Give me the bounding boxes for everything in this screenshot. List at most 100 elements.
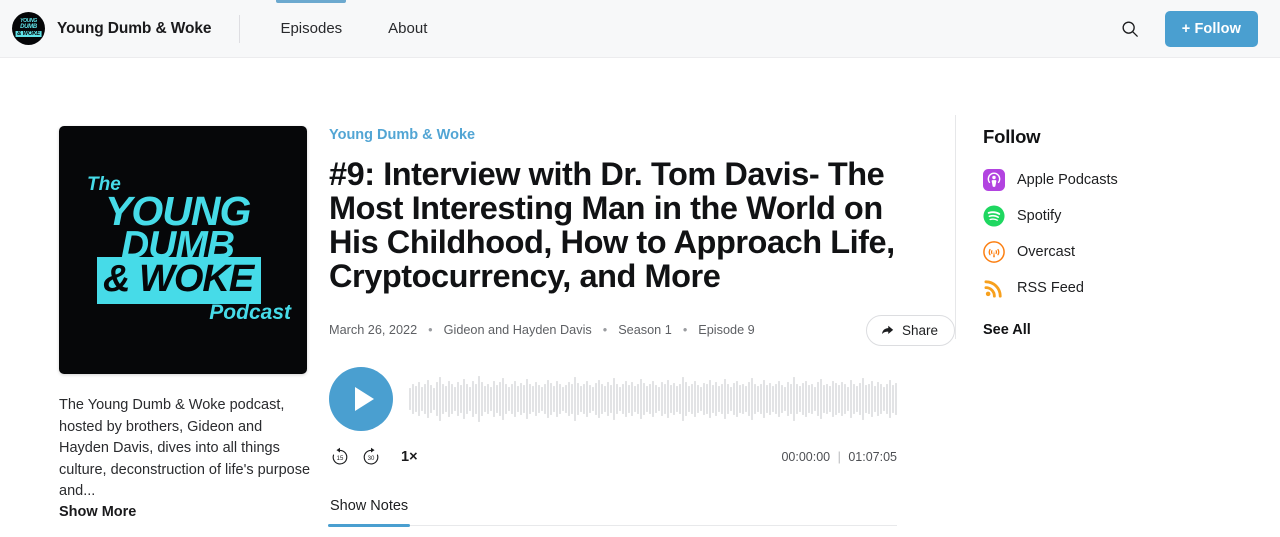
header-divider	[239, 14, 241, 43]
waveform-bar	[691, 384, 693, 414]
episode-date: March 26, 2022	[329, 323, 418, 337]
follow-item-overcast[interactable]: Overcast	[983, 234, 1280, 270]
skip-forward-30-button[interactable]: 30	[360, 446, 382, 468]
rss-icon	[984, 280, 1002, 298]
waveform-bar	[445, 386, 447, 412]
waveform-bar	[703, 383, 705, 415]
episode-main: Young Dumb & Woke #9: Interview with Dr.…	[315, 126, 955, 537]
waveform-bar	[559, 384, 561, 414]
skip-back-15-button[interactable]: 15	[329, 446, 351, 468]
waveform-bar	[661, 382, 663, 416]
follow-item-apple-podcasts[interactable]: Apple Podcasts	[983, 162, 1280, 198]
waveform-bar	[457, 382, 459, 416]
waveform-bar	[877, 382, 879, 416]
waveform-bar	[775, 384, 777, 414]
share-button[interactable]: Share	[865, 314, 955, 346]
waveform-bar	[727, 384, 729, 414]
waveform-bar	[883, 387, 885, 411]
overcast-icon	[983, 241, 1005, 263]
show-more-button[interactable]: Show More	[59, 504, 315, 520]
search-button[interactable]	[1117, 16, 1143, 42]
player-transport	[329, 367, 897, 431]
tab-show-notes[interactable]: Show Notes	[327, 498, 411, 527]
waveform-bar	[493, 381, 495, 417]
primary-nav: Episodes About	[266, 0, 441, 57]
waveform-bar	[841, 382, 843, 416]
waveform-bar	[784, 387, 786, 411]
follow-item-label: Overcast	[1017, 244, 1076, 260]
waveform-bar	[814, 387, 816, 411]
waveform-bar	[751, 378, 753, 420]
waveform-bar	[466, 384, 468, 414]
waveform-bar	[853, 384, 855, 414]
waveform-bar	[799, 386, 801, 412]
waveform-bar	[778, 381, 780, 417]
player-controls: 15 30 1× 00:00:00 | 01:07:05	[329, 446, 897, 468]
nav-tab-episodes[interactable]: Episodes	[266, 0, 356, 57]
waveform-bar	[442, 384, 444, 414]
waveform-bar	[859, 383, 861, 415]
waveform-bar	[844, 384, 846, 414]
waveform-bar	[562, 387, 564, 411]
play-button[interactable]	[329, 367, 393, 431]
waveform-scrubber[interactable]	[409, 376, 897, 422]
podcast-name-link[interactable]: Young Dumb & Woke	[329, 127, 475, 143]
waveform-bar	[628, 385, 630, 413]
episode-season: Season 1	[618, 323, 672, 337]
see-all-button[interactable]: See All	[983, 322, 1031, 338]
waveform-bar	[664, 384, 666, 414]
waveform-bar	[496, 385, 498, 413]
waveform-bar	[535, 382, 537, 416]
waveform-bar	[613, 378, 615, 420]
follow-item-spotify[interactable]: Spotify	[983, 198, 1280, 234]
podcast-cover-art[interactable]: The YOUNG DUMB & WOKE Podcast	[59, 126, 307, 374]
waveform-bar	[781, 385, 783, 413]
waveform-bar	[514, 381, 516, 417]
waveform-bar	[835, 383, 837, 415]
follow-button[interactable]: + Follow	[1164, 10, 1258, 47]
waveform-bar	[472, 381, 474, 417]
waveform-bar	[700, 387, 702, 411]
waveform-bar	[475, 384, 477, 414]
waveform-bar	[412, 384, 414, 414]
podcast-sidebar: The YOUNG DUMB & WOKE Podcast The Young …	[0, 126, 315, 537]
brand-home-link[interactable]: YOUNG DUMB & WOKE Young Dumb & Woke	[12, 12, 212, 45]
waveform-bar	[856, 386, 858, 412]
follow-item-label: Spotify	[1017, 208, 1062, 224]
waveform-bar	[571, 384, 573, 414]
follow-item-label: Apple Podcasts	[1017, 172, 1118, 188]
waveform-bar	[433, 388, 435, 410]
nav-tab-episodes-label: Episodes	[280, 20, 343, 37]
page-body: The YOUNG DUMB & WOKE Podcast The Young …	[0, 58, 1280, 537]
waveform-bar	[862, 378, 864, 420]
follow-heading: Follow	[983, 126, 1041, 147]
waveform-bar	[583, 384, 585, 414]
waveform-bar	[730, 387, 732, 411]
waveform-bar	[625, 381, 627, 417]
replay-15-icon: 15	[332, 447, 348, 465]
search-icon	[1122, 20, 1138, 37]
waveform-bar	[793, 377, 795, 421]
nav-tab-about[interactable]: About	[374, 0, 441, 57]
waveform-bar	[667, 380, 669, 418]
waveform-bar	[574, 377, 576, 421]
follow-item-rss-feed[interactable]: RSS Feed	[983, 270, 1280, 306]
waveform-bar	[547, 380, 549, 418]
podcast-logo-icon: YOUNG DUMB & WOKE	[12, 12, 45, 45]
waveform-bar	[478, 376, 480, 422]
waveform-bar	[430, 385, 432, 413]
episode-number: Episode 9	[698, 323, 755, 337]
waveform-bar	[655, 385, 657, 413]
waveform-bar	[640, 379, 642, 419]
waveform-bar	[868, 384, 870, 414]
waveform-bar	[820, 379, 822, 419]
cover-text-woke: & WOKE	[97, 257, 262, 304]
waveform-bar	[850, 380, 852, 418]
waveform-bar	[895, 383, 897, 415]
waveform-bar	[763, 380, 765, 418]
waveform-bar	[652, 381, 654, 417]
waveform-bar	[658, 387, 660, 411]
playback-speed-button[interactable]: 1×	[401, 449, 418, 465]
svg-text:15: 15	[337, 456, 344, 462]
header-actions: + Follow	[1117, 10, 1258, 47]
